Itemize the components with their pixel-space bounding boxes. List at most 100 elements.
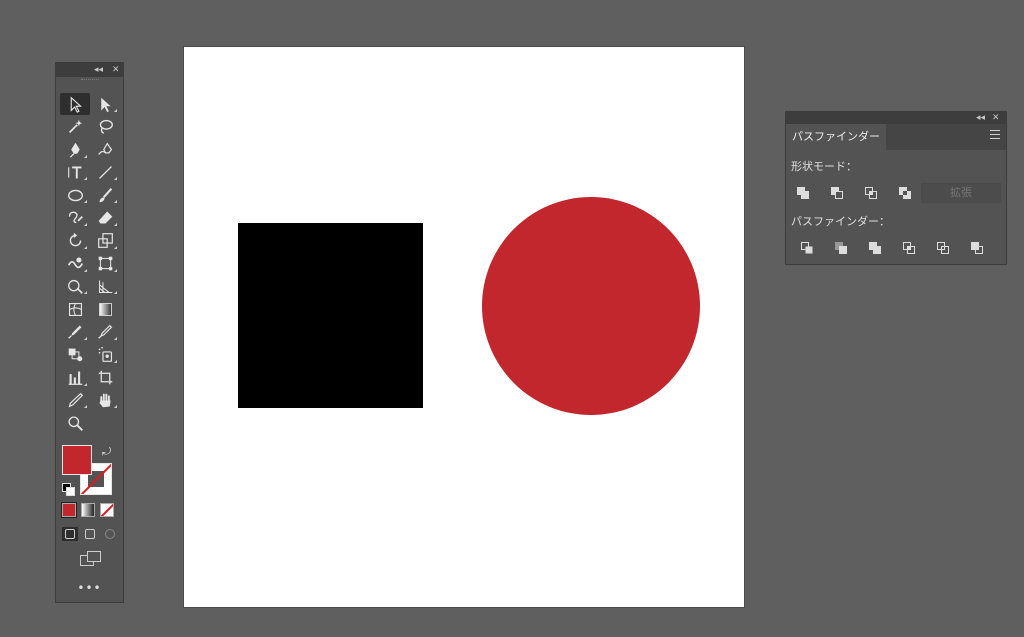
unite-button[interactable] [786,183,820,203]
close-icon[interactable]: ✕ [112,64,120,76]
trim-icon [835,242,847,254]
artboard[interactable] [184,47,744,607]
expand-button[interactable]: 拡張 [921,183,1001,203]
shape-mode-buttons [786,183,922,203]
shaper-tool[interactable] [60,207,90,229]
default-fill-stroke-icon[interactable] [62,483,75,496]
symbol-sprayer-tool[interactable] [90,344,120,366]
outline-icon [937,242,949,254]
blend-tool-icon [68,348,82,362]
shape-builder-tool[interactable] [60,275,90,297]
artboard-tool-icon [98,370,112,385]
minus-front-button[interactable] [820,183,854,203]
graph-tool-icon [68,371,82,385]
draw-inside-icon[interactable] [102,527,118,541]
perspective-grid-tool[interactable] [90,275,120,297]
close-icon[interactable]: ✕ [992,112,1000,124]
merge-icon [869,242,881,254]
eyedropper2-tool-icon [97,325,112,340]
fill-stroke-widget: ⤾ [62,445,118,497]
blend-tool[interactable] [60,344,90,366]
zoom-tool[interactable] [60,412,90,434]
draw-behind-icon[interactable] [82,527,98,541]
intersect-icon [865,187,877,199]
direct-selection-tool-icon [100,97,111,112]
collapse-icon[interactable]: ◂◂ [976,112,985,124]
artboard-tool[interactable] [90,367,120,389]
screen-mode-icon[interactable] [80,551,102,567]
rotate-tool-icon [69,233,81,247]
exclude-icon [899,187,911,199]
unite-icon [797,187,809,199]
lasso-tool[interactable] [90,116,120,138]
rotate-tool[interactable] [60,230,90,252]
color-button[interactable] [61,502,77,518]
eyedropper-tool[interactable] [60,321,90,343]
eraser-tool[interactable] [90,207,120,229]
mesh-tool[interactable] [60,298,90,320]
tool-grid [60,93,120,435]
fill-color-swatch[interactable] [62,445,92,475]
pathfinder-panel: ◂◂ ✕ パスファインダー 形状モード： 拡張 パスファインダー： [785,111,1007,265]
free-transform-tool[interactable] [90,253,120,275]
divide-icon [801,242,813,254]
warp-tool[interactable] [60,253,90,275]
hand-tool[interactable] [90,389,120,411]
selection-tool[interactable] [60,93,90,115]
lasso-tool-icon [99,120,113,135]
direct-selection-tool[interactable] [90,93,120,115]
perspective-grid-tool-icon [98,280,112,293]
curvature-tool-icon [97,142,112,156]
free-transform-tool-icon [98,256,112,271]
selection-tool-icon [70,95,82,113]
panel-grip[interactable] [56,77,123,83]
draw-mode-row [62,527,118,541]
none-button[interactable] [100,503,114,517]
panel-menu-icon[interactable] [990,130,1000,142]
type-tool[interactable] [60,161,90,183]
pathfinder-titlebar[interactable]: ◂◂ ✕ [786,112,1006,124]
black-square-shape[interactable] [238,223,423,408]
pen-tool[interactable] [60,139,90,161]
type-tool-icon [67,166,81,179]
eyedropper2-tool[interactable] [90,321,120,343]
shaper-tool-icon [68,212,83,224]
zoom-tool-icon [67,416,83,431]
gradient-tool[interactable] [90,298,120,320]
pen-tool-icon [69,142,80,158]
slice-tool[interactable] [60,389,90,411]
crop-button[interactable] [892,238,926,258]
eyedropper-tool-icon [67,326,81,340]
ellipse-tool[interactable] [60,184,90,206]
collapse-icon[interactable]: ◂◂ [94,64,103,76]
minus-back-icon [971,242,983,254]
merge-button[interactable] [858,238,892,258]
curvature-tool[interactable] [90,139,120,161]
intersect-button[interactable] [854,183,888,203]
edit-toolbar-button[interactable]: ••• [56,581,123,595]
trim-button[interactable] [824,238,858,258]
minus-back-button[interactable] [960,238,994,258]
exclude-button[interactable] [888,183,922,203]
scale-tool[interactable] [90,230,120,252]
shape-builder-tool-icon [67,279,83,294]
slice-tool-icon [68,392,83,408]
minus-front-icon [831,187,843,199]
tools-panel-titlebar[interactable]: ◂◂ ✕ [56,63,123,77]
red-circle-shape[interactable] [482,197,700,415]
swap-fill-stroke-icon[interactable]: ⤾ [102,445,111,459]
shape-modes-label: 形状モード： [791,160,857,173]
pathfinder-tabbar: パスファインダー [786,124,1006,150]
draw-normal-icon[interactable] [62,527,78,541]
hand-tool-icon [99,393,111,408]
line-segment-tool[interactable] [90,161,120,183]
paintbrush-tool[interactable] [90,184,120,206]
gradient-button[interactable] [81,503,95,517]
line-segment-tool-icon [98,165,112,179]
magic-wand-tool[interactable] [60,116,90,138]
tab-pathfinder[interactable]: パスファインダー [786,124,886,150]
pathfinder-buttons [790,238,994,258]
outline-button[interactable] [926,238,960,258]
graph-tool[interactable] [60,367,90,389]
divide-button[interactable] [790,238,824,258]
